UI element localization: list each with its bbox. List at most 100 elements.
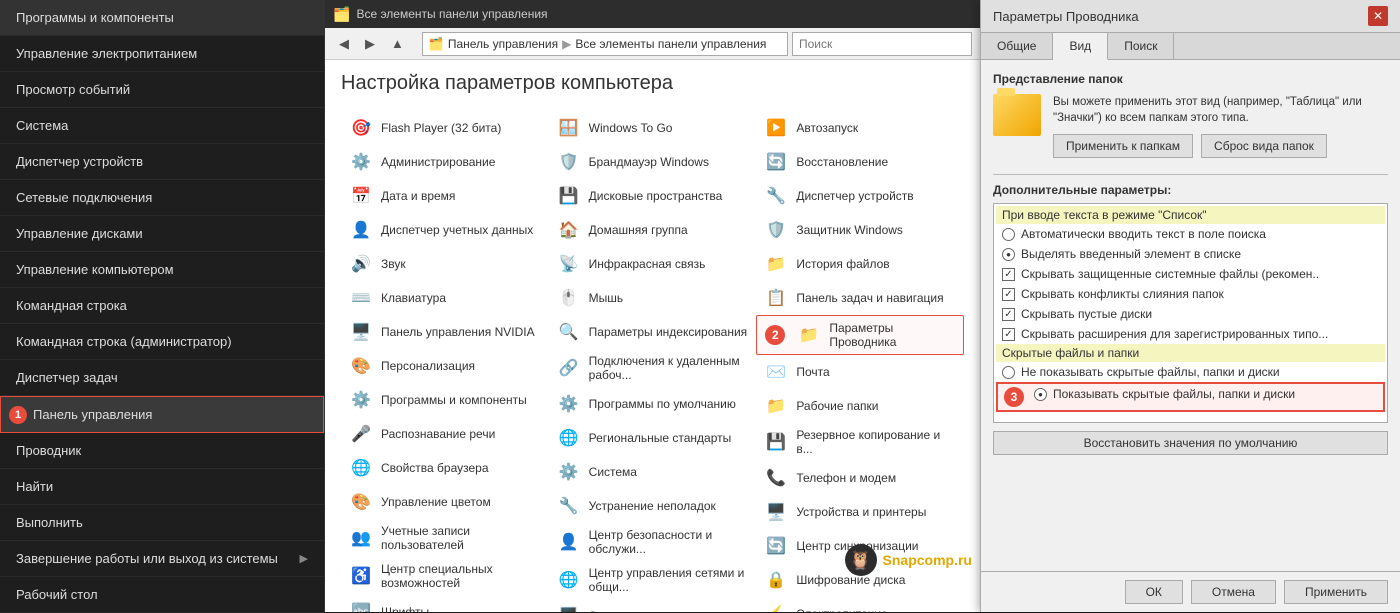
sidebar-item-programs[interactable]: Программы и компоненты (0, 0, 324, 36)
radio-8[interactable] (1002, 366, 1015, 379)
grid-item-26[interactable]: ⚙️Система (549, 455, 757, 489)
option-item-8[interactable]: Не показывать скрытые файлы, папки и дис… (996, 362, 1385, 382)
grid-item-9[interactable]: 🎤Распознавание речи (341, 417, 549, 451)
checkbox-6[interactable] (1002, 328, 1015, 341)
grid-item-33[interactable]: 🔧Диспетчер устройств (756, 179, 964, 213)
sidebar-item-cmd-admin[interactable]: Командная строка (администратор) (0, 324, 324, 360)
grid-item-39[interactable]: 📁Рабочие папки (756, 389, 964, 423)
sidebar: Программы и компонентыУправление электро… (0, 0, 325, 612)
grid-item-21[interactable]: 🖱️Мышь (549, 281, 757, 315)
sidebar-item-explorer[interactable]: Проводник (0, 433, 324, 469)
grid-item-38[interactable]: ✉️Почта (756, 355, 964, 389)
nav-part2: Все элементы панели управления (575, 37, 766, 51)
sidebar-item-desktop[interactable]: Рабочий стол (0, 577, 324, 613)
tab-view[interactable]: Вид (1053, 33, 1108, 60)
option-item-4[interactable]: Скрывать конфликты слияния папок (996, 284, 1385, 304)
grid-item-4[interactable]: 🔊Звук (341, 247, 549, 281)
radio-1[interactable] (1002, 228, 1015, 241)
grid-item-17[interactable]: 🛡️Брандмауэр Windows (549, 145, 757, 179)
sidebar-item-control[interactable]: 1Панель управления (0, 396, 324, 433)
grid-item-5[interactable]: ⌨️Клавиатура (341, 281, 549, 315)
sidebar-item-events[interactable]: Просмотр событий (0, 72, 324, 108)
tab-general[interactable]: Общие (981, 33, 1053, 59)
apply-button[interactable]: Применить (1284, 580, 1388, 604)
search-input[interactable] (792, 32, 972, 56)
grid-item-25[interactable]: 🌐Региональные стандарты (549, 421, 757, 455)
address-bar[interactable]: 🗂️ Панель управления ▶ Все элементы пане… (422, 32, 788, 56)
tab-search[interactable]: Поиск (1108, 33, 1174, 59)
grid-item-0[interactable]: 🎯Flash Player (32 бита) (341, 111, 549, 145)
sidebar-item-system[interactable]: Система (0, 108, 324, 144)
back-button[interactable]: ◀ (333, 33, 355, 55)
panel-close-button[interactable]: ✕ (1368, 6, 1388, 26)
grid-item-35[interactable]: 📁История файлов (756, 247, 964, 281)
grid-item-19[interactable]: 🏠Домашняя группа (549, 213, 757, 247)
sidebar-item-find[interactable]: Найти (0, 469, 324, 505)
option-item-1[interactable]: Автоматически вводить текст в поле поиск… (996, 224, 1385, 244)
checkbox-3[interactable] (1002, 268, 1015, 281)
item-icon-9: 🎤 (349, 422, 373, 446)
grid-item-45[interactable]: ⚡Электропитание (756, 597, 964, 612)
grid-item-42[interactable]: 🖥️Устройства и принтеры (756, 495, 964, 529)
forward-button[interactable]: ▶ (359, 33, 381, 55)
sidebar-label-cmd: Командная строка (16, 298, 127, 313)
sidebar-item-devices[interactable]: Диспетчер устройств (0, 144, 324, 180)
grid-item-24[interactable]: ⚙️Программы по умолчанию (549, 387, 757, 421)
grid-item-14[interactable]: 🔤Шрифты (341, 595, 549, 612)
grid-item-34[interactable]: 🛡️Защитник Windows (756, 213, 964, 247)
option-item-0: При вводе текста в режиме "Список" (996, 206, 1385, 224)
grid-item-6[interactable]: 🖥️Панель управления NVIDIA (341, 315, 549, 349)
grid-item-13[interactable]: ♿Центр специальных возможностей (341, 557, 549, 595)
apply-to-folders-button[interactable]: Применить к папкам (1053, 134, 1193, 158)
grid-item-16[interactable]: 🪟Windows To Go (549, 111, 757, 145)
item-text-7: Персонализация (381, 359, 475, 373)
up-button[interactable]: ▲ (385, 33, 410, 54)
sidebar-item-disks[interactable]: Управление дисками (0, 216, 324, 252)
sidebar-item-shutdown[interactable]: Завершение работы или выход из системы▶ (0, 541, 324, 577)
option-item-2[interactable]: Выделять введенный элемент в списке (996, 244, 1385, 264)
item-text-0: Flash Player (32 бита) (381, 121, 501, 135)
grid-item-20[interactable]: 📡Инфракрасная связь (549, 247, 757, 281)
grid-item-32[interactable]: 🔄Восстановление (756, 145, 964, 179)
navigation-bar: ◀ ▶ ▲ 🗂️ Панель управления ▶ Все элемент… (325, 28, 980, 60)
checkbox-4[interactable] (1002, 288, 1015, 301)
grid-item-3[interactable]: 👤Диспетчер учетных данных (341, 213, 549, 247)
grid-item-28[interactable]: 👤Центр безопасности и обслужи... (549, 523, 757, 561)
grid-item-41[interactable]: 📞Телефон и модем (756, 461, 964, 495)
option-item-6[interactable]: Скрывать расширения для зарегистрированн… (996, 324, 1385, 344)
option-item-5[interactable]: Скрывать пустые диски (996, 304, 1385, 324)
sidebar-item-power[interactable]: Управление электропитанием (0, 36, 324, 72)
reset-view-button[interactable]: Сброс вида папок (1201, 134, 1327, 158)
grid-item-18[interactable]: 💾Дисковые пространства (549, 179, 757, 213)
item-icon-45: ⚡ (764, 602, 788, 612)
grid-item-7[interactable]: 🎨Персонализация (341, 349, 549, 383)
restore-defaults-button[interactable]: Восстановить значения по умолчанию (993, 431, 1388, 455)
grid-item-40[interactable]: 💾Резервное копирование и в... (756, 423, 964, 461)
grid-item-36[interactable]: 📋Панель задач и навигация (756, 281, 964, 315)
grid-item-29[interactable]: 🌐Центр управления сетями и общи... (549, 561, 757, 599)
checkbox-5[interactable] (1002, 308, 1015, 321)
grid-item-31[interactable]: ▶️Автозапуск (756, 111, 964, 145)
sidebar-item-run[interactable]: Выполнить (0, 505, 324, 541)
grid-item-11[interactable]: 🎨Управление цветом (341, 485, 549, 519)
sidebar-item-network[interactable]: Сетевые подключения (0, 180, 324, 216)
sidebar-item-computer[interactable]: Управление компьютером (0, 252, 324, 288)
grid-item-22[interactable]: 🔍Параметры индексирования (549, 315, 757, 349)
option-item-9[interactable]: 3Показывать скрытые файлы, папки и диски (996, 382, 1385, 412)
cancel-button[interactable]: Отмена (1191, 580, 1276, 604)
grid-item-1[interactable]: ⚙️Администрирование (341, 145, 549, 179)
option-item-3[interactable]: Скрывать защищенные системные файлы (рек… (996, 264, 1385, 284)
sidebar-item-taskmgr[interactable]: Диспетчер задач (0, 360, 324, 396)
grid-item-8[interactable]: ⚙️Программы и компоненты (341, 383, 549, 417)
grid-item-2[interactable]: 📅Дата и время (341, 179, 549, 213)
grid-item-10[interactable]: 🌐Свойства браузера (341, 451, 549, 485)
radio-9[interactable] (1034, 388, 1047, 401)
sidebar-item-cmd[interactable]: Командная строка (0, 288, 324, 324)
grid-item-37[interactable]: 2📁Параметры Проводника (756, 315, 964, 355)
radio-2[interactable] (1002, 248, 1015, 261)
grid-item-27[interactable]: 🔧Устранение неполадок (549, 489, 757, 523)
grid-item-30[interactable]: 🖥️Экран (549, 599, 757, 612)
grid-item-12[interactable]: 👥Учетные записи пользователей (341, 519, 549, 557)
ok-button[interactable]: ОК (1125, 580, 1183, 604)
grid-item-23[interactable]: 🔗Подключения к удаленным рабоч... (549, 349, 757, 387)
